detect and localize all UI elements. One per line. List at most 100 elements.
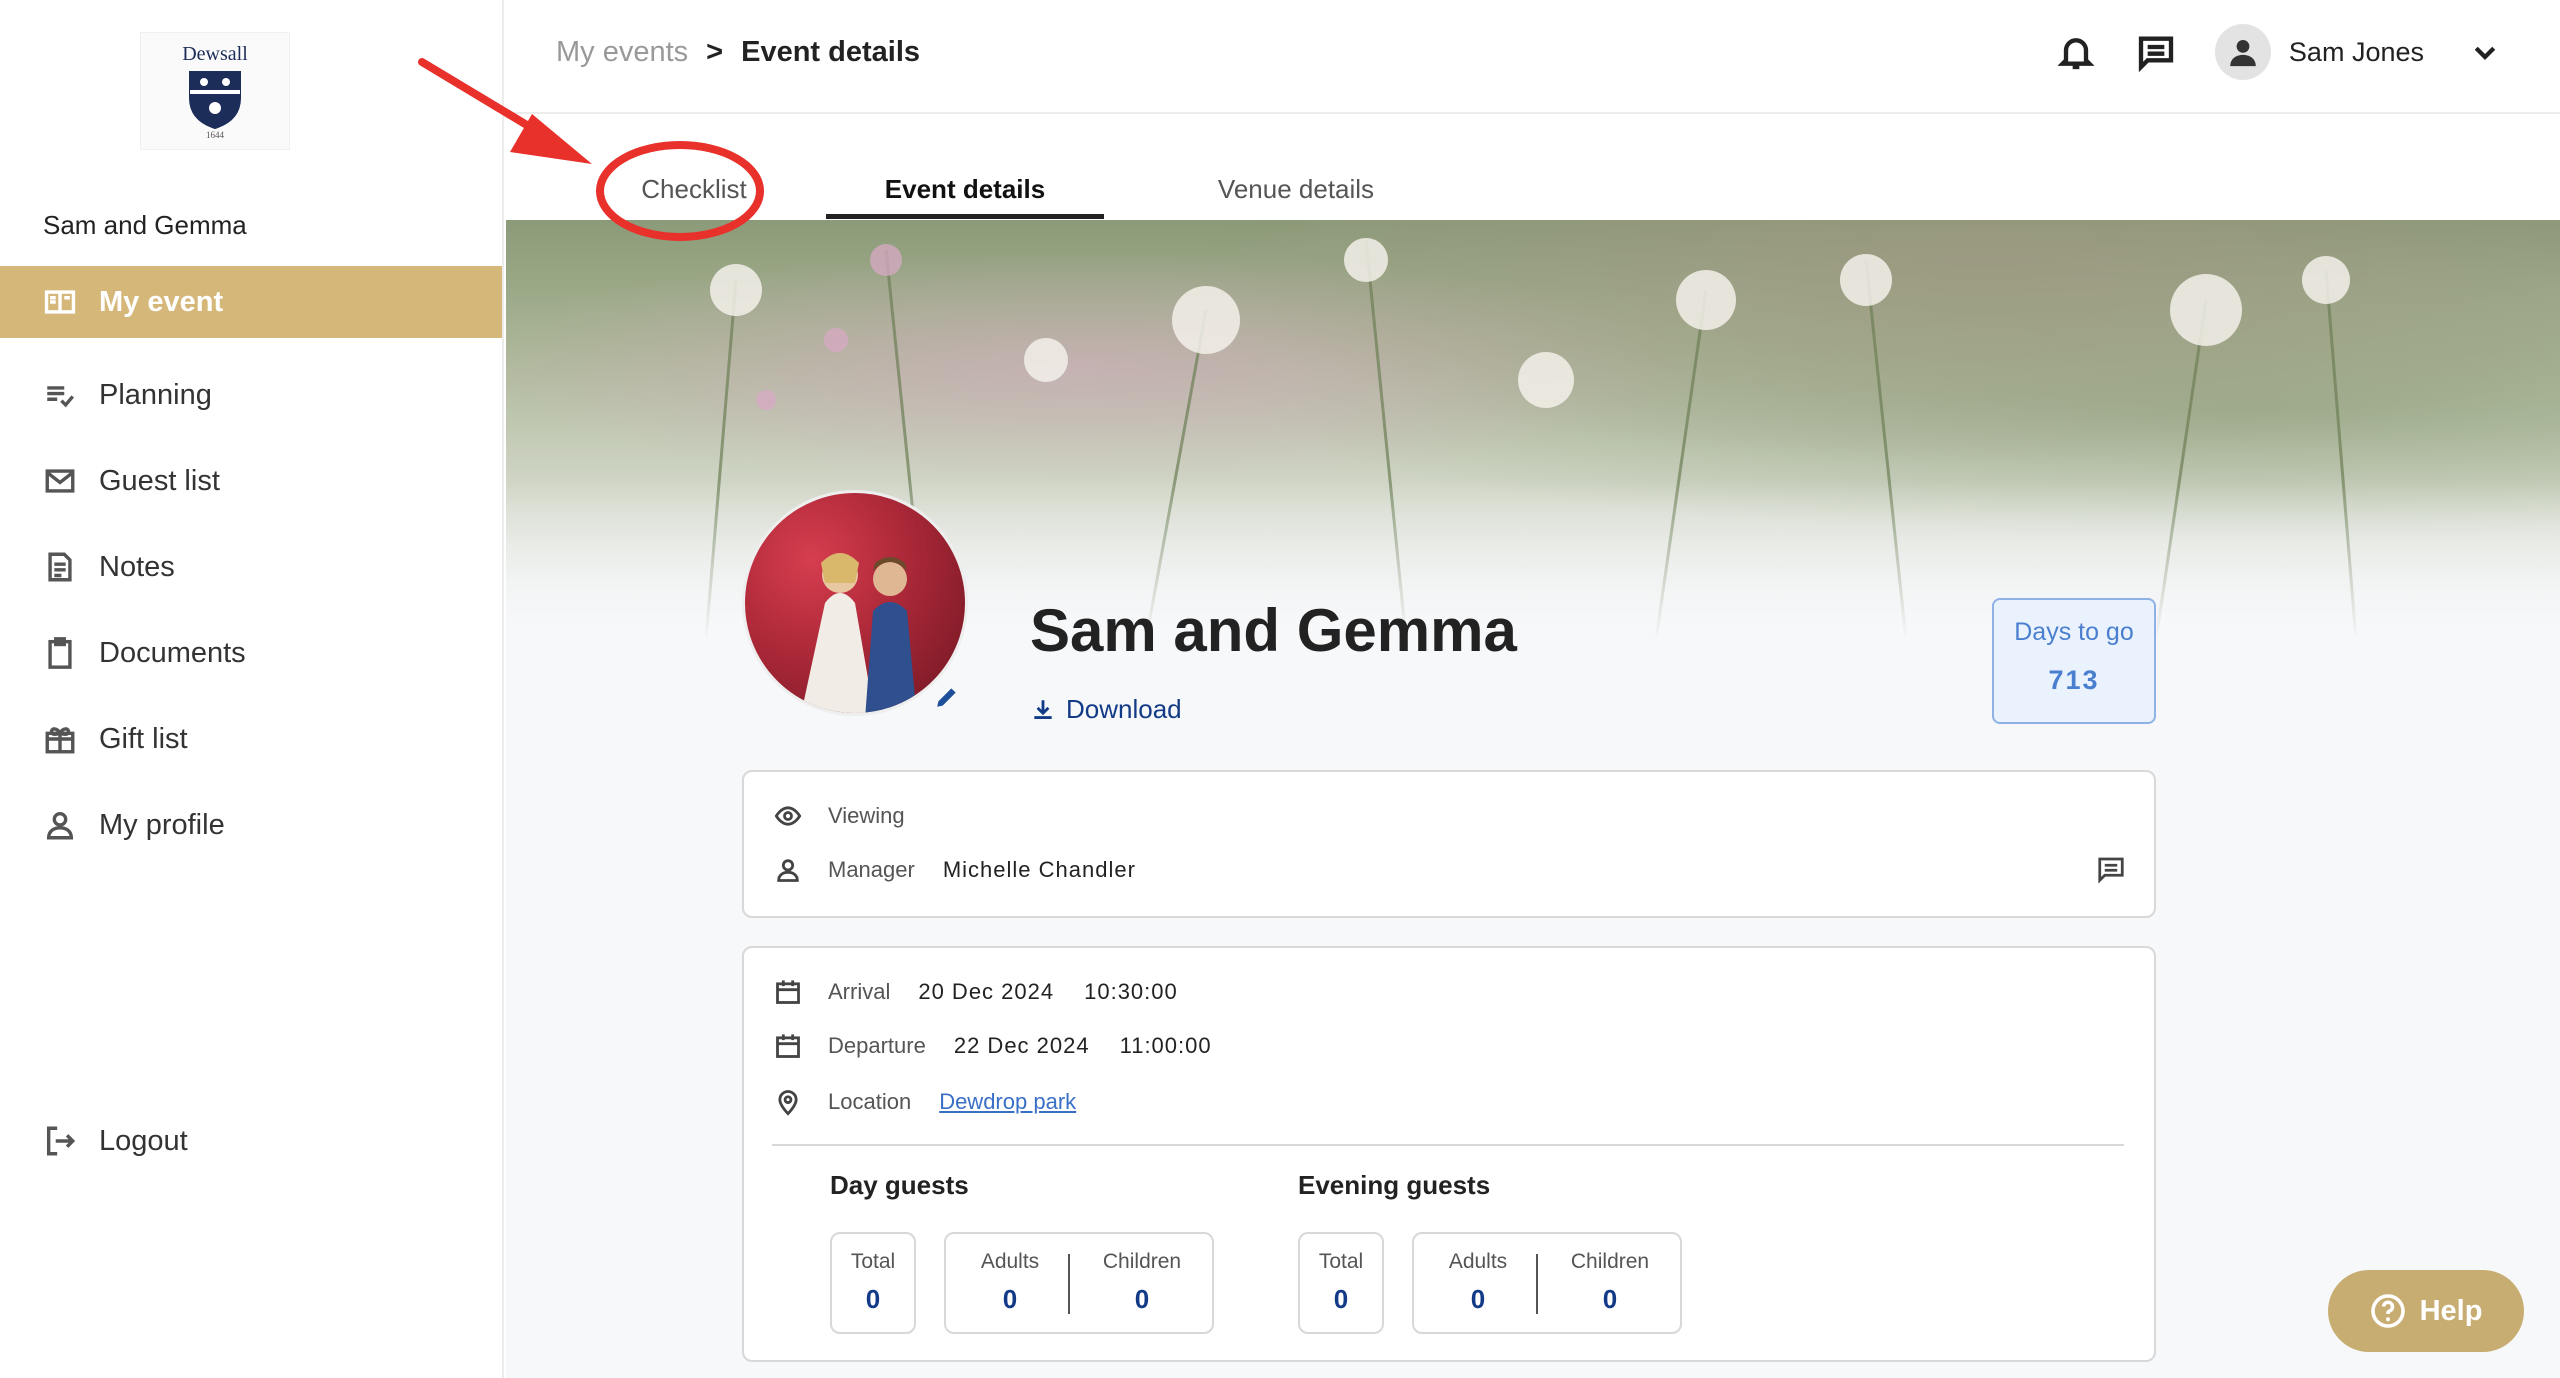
departure-row: Departure 22 Dec 2024 11:00:00: [774, 1032, 1242, 1060]
user-name[interactable]: Sam Jones: [2289, 37, 2424, 68]
sidebar-item-label: My profile: [99, 808, 225, 841]
days-to-go-value: 713: [2048, 665, 2100, 695]
event-title: Sam and Gemma: [1030, 597, 1517, 664]
day-total: Total 0: [832, 1250, 914, 1315]
sidebar-nav: My event Planning Guest list Notes Docum…: [0, 266, 502, 868]
arrival-date: 20 Dec 2024: [918, 979, 1055, 1004]
viewing-label: Viewing: [828, 803, 905, 828]
user-icon: [777, 859, 799, 882]
breadcrumb-separator: >: [706, 36, 724, 68]
day-children: Children 0: [1082, 1250, 1202, 1315]
sidebar-event-name: Sam and Gemma: [43, 210, 247, 240]
book-open-icon: [44, 290, 76, 314]
contact-card: Viewing Manager Michelle Chandler: [742, 770, 2156, 918]
clipboard-icon: [48, 637, 72, 669]
messages-button[interactable]: [2133, 29, 2179, 75]
message-manager-button[interactable]: [2096, 854, 2126, 889]
days-to-go-label: Days to go: [2014, 618, 2134, 646]
sidebar-item-label: My event: [99, 285, 224, 318]
location-link[interactable]: Dewdrop park: [939, 1089, 1076, 1115]
sidebar-item-planning[interactable]: Planning: [0, 352, 502, 438]
sidebar-item-notes[interactable]: Notes: [0, 524, 502, 610]
breakdown-separator: [1536, 1254, 1538, 1314]
top-header: My events > Event details Sam Jones: [506, 0, 2560, 114]
logo-year: 1644: [206, 129, 224, 140]
day-total-box: Total 0: [830, 1232, 916, 1334]
manager-row: Manager Michelle Chandler: [774, 856, 1166, 884]
section-divider: [772, 1144, 2124, 1146]
download-button[interactable]: Download: [1030, 694, 1182, 725]
days-to-go-badge: Days to go 713: [1992, 598, 2156, 724]
checklist-icon: [47, 386, 75, 408]
header-actions: Sam Jones: [2019, 24, 2500, 80]
sidebar-item-documents[interactable]: Documents: [0, 610, 502, 696]
calendar-icon: [776, 980, 800, 1004]
logout-button[interactable]: Logout: [43, 1124, 188, 1158]
sidebar-item-label: Notes: [99, 550, 175, 583]
logout-icon: [46, 1126, 76, 1156]
help-label: Help: [2419, 1294, 2483, 1327]
couple-photo-illustration: [801, 553, 917, 713]
evening-children-label: Children: [1570, 1250, 1650, 1273]
sidebar-item-my-event[interactable]: My event: [0, 266, 502, 338]
tab-bar: Checklist Event details Venue details: [506, 114, 2560, 220]
tab-checklist[interactable]: Checklist: [619, 174, 769, 205]
departure-time: 11:00:00: [1119, 1033, 1212, 1058]
chat-icon: [2138, 36, 2174, 72]
chat-icon: [2098, 857, 2124, 884]
day-breakdown-box: Adults 0 Children 0: [944, 1232, 1214, 1334]
viewing-row: Viewing: [774, 802, 933, 830]
evening-guests-heading: Evening guests: [1298, 1170, 1491, 1200]
manager-label: Manager: [828, 857, 915, 882]
tab-event-details[interactable]: Event details: [826, 174, 1104, 205]
evening-children: Children 0: [1550, 1250, 1670, 1315]
pencil-icon: [937, 688, 956, 707]
help-button[interactable]: Help: [2328, 1270, 2524, 1352]
breadcrumb-current: Event details: [741, 36, 921, 68]
avatar[interactable]: [2214, 24, 2271, 80]
user-menu-toggle[interactable]: [2470, 37, 2500, 67]
departure-date: 22 Dec 2024: [953, 1033, 1090, 1058]
day-total-value: 0: [865, 1284, 881, 1314]
notifications-button[interactable]: [2053, 29, 2099, 75]
note-icon: [48, 552, 72, 582]
breadcrumb: My events > Event details: [556, 36, 920, 69]
sidebar-item-gift-list[interactable]: Gift list: [0, 696, 502, 782]
calendar-icon: [776, 1034, 800, 1058]
eye-icon: [774, 806, 802, 826]
download-label: Download: [1066, 694, 1182, 724]
day-adults: Adults 0: [960, 1250, 1060, 1315]
brand-logo[interactable]: Dewsall 1644: [140, 32, 290, 150]
day-children-value: 0: [1134, 1284, 1150, 1314]
bell-icon: [2057, 38, 2095, 70]
sidebar-item-guest-list[interactable]: Guest list: [0, 438, 502, 524]
user-icon: [46, 811, 74, 840]
sidebar: Dewsall 1644 Sam and Gemma My event Plan…: [0, 0, 504, 1378]
active-tab-indicator: [826, 214, 1104, 219]
event-photo[interactable]: [742, 490, 968, 716]
evening-total-label: Total: [1318, 1250, 1364, 1273]
edit-photo-button[interactable]: [934, 684, 964, 714]
departure-label: Departure: [828, 1033, 926, 1058]
download-icon: [1034, 699, 1052, 719]
crest-icon: [189, 70, 241, 129]
manager-name: Michelle Chandler: [942, 857, 1136, 882]
arrival-label: Arrival: [828, 979, 891, 1004]
day-guests-heading: Day guests: [830, 1170, 969, 1200]
mail-icon: [45, 469, 75, 493]
event-details-card: Arrival 20 Dec 2024 10:30:00 Departure 2…: [742, 946, 2156, 1362]
sidebar-item-label: Gift list: [99, 722, 188, 755]
sidebar-item-my-profile[interactable]: My profile: [0, 782, 502, 868]
breadcrumb-my-events[interactable]: My events: [556, 36, 688, 69]
chevron-down-icon: [2474, 46, 2496, 61]
day-adults-value: 0: [1002, 1284, 1018, 1314]
logout-label: Logout: [99, 1124, 188, 1157]
arrival-time: 10:30:00: [1084, 979, 1178, 1004]
question-circle-icon: [2370, 1294, 2405, 1328]
location-pin-icon: [778, 1090, 798, 1116]
day-total-label: Total: [850, 1250, 896, 1273]
sidebar-item-label: Guest list: [99, 464, 220, 497]
tab-venue-details[interactable]: Venue details: [1166, 174, 1426, 205]
evening-breakdown-box: Adults 0 Children 0: [1412, 1232, 1682, 1334]
breakdown-separator: [1068, 1254, 1070, 1314]
